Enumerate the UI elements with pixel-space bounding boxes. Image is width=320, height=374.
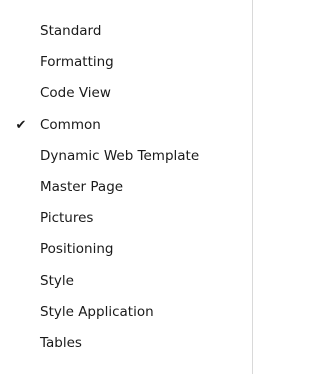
menu-item-pictures[interactable]: Pictures — [0, 203, 252, 234]
menu-item-style[interactable]: Style — [0, 266, 252, 297]
menu-item-label: Style Application — [40, 303, 154, 320]
menu-item-standard[interactable]: Standard — [0, 16, 252, 47]
menu-item-dynamic-web-template[interactable]: Dynamic Web Template — [0, 141, 252, 172]
menu-item-label: Standard — [40, 23, 102, 39]
menu-item-label: Code View — [40, 85, 111, 102]
menu-item-label: Formatting — [40, 54, 114, 71]
menu-item-style-application[interactable]: Style Application — [0, 297, 252, 328]
menu-item-label: Style — [40, 272, 74, 289]
menu-item-master-page[interactable]: Master Page — [0, 172, 252, 203]
menu-item-label: Master Page — [40, 178, 124, 195]
checkmark-icon: ✔ — [15, 117, 27, 133]
menu-item-common[interactable]: ✔ Common — [0, 110, 252, 141]
menu-item-tables[interactable]: Tables — [0, 328, 252, 359]
menu-item-label: Tables — [40, 334, 82, 351]
menu-item-label: Dynamic Web Template — [40, 147, 200, 164]
menu-item-formatting[interactable]: Formatting — [0, 47, 252, 78]
menu-item-label: Pictures — [40, 210, 94, 227]
menu-item-label: Positioning — [40, 241, 114, 258]
menu-item-code-view[interactable]: Code View — [0, 78, 252, 109]
menu-item-label: Common — [40, 116, 101, 133]
toolbars-menu: Standard Formatting Code View ✔ Common D… — [0, 0, 253, 374]
menu-item-positioning[interactable]: Positioning — [0, 234, 252, 265]
